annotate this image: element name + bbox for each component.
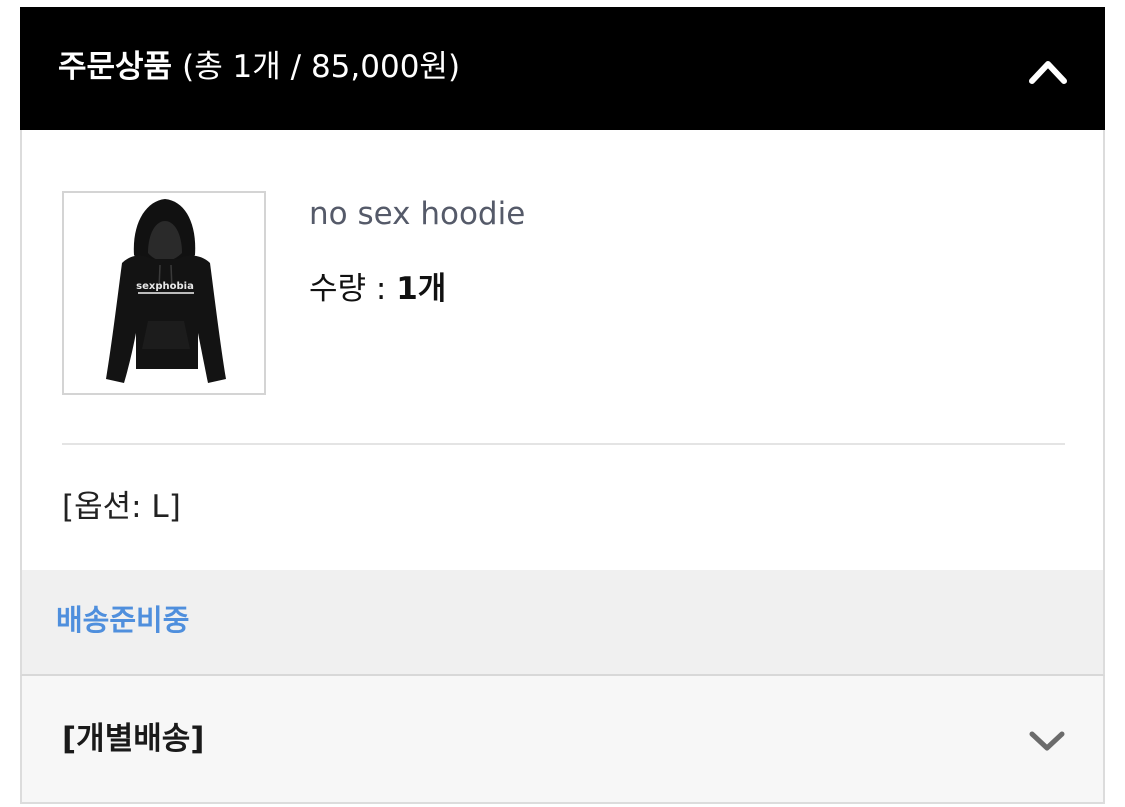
product-thumbnail[interactable]: sexphobia [62, 191, 266, 395]
order-summary-text: (총 1개 / 85,000원) [182, 49, 461, 85]
product-option: [옵션: L] [62, 489, 181, 525]
chevron-down-icon [1029, 731, 1065, 751]
order-items-panel: 주문상품 (총 1개 / 85,000원) sexphobia no sex h… [20, 7, 1105, 804]
delivery-status-bar: 배송준비중 [20, 570, 1105, 676]
quantity-value: 1개 [396, 271, 447, 307]
delivery-status-text: 배송준비중 [56, 603, 190, 637]
product-quantity: 수량 : 1개 [309, 268, 446, 310]
individual-shipping-row[interactable]: [개별배송] [20, 676, 1105, 804]
product-name-link[interactable]: no sex hoodie [309, 193, 525, 235]
order-item-body: sexphobia no sex hoodie 수량 : 1개 [옵션: L] [20, 130, 1105, 570]
order-items-title: 주문상품 (총 1개 / 85,000원) [58, 45, 460, 89]
header-title-text: 주문상품 [58, 49, 173, 85]
quantity-label: 수량 : [309, 271, 397, 307]
chevron-up-icon [1029, 61, 1067, 84]
collapse-button[interactable] [1024, 49, 1072, 91]
order-items-header[interactable]: 주문상품 (총 1개 / 85,000원) [20, 7, 1105, 130]
shipping-type-label: [개별배송] [62, 721, 205, 757]
hoodie-print-text: sexphobia [136, 281, 194, 292]
hoodie-image: sexphobia [64, 193, 264, 393]
divider [62, 443, 1065, 445]
